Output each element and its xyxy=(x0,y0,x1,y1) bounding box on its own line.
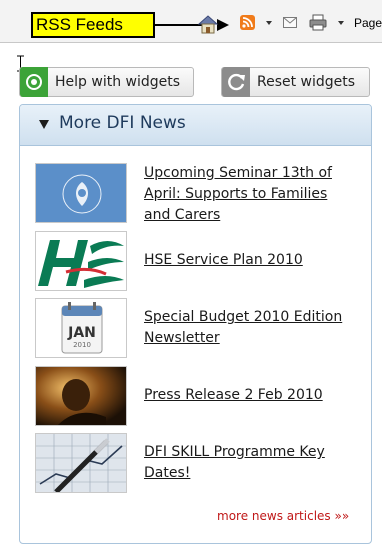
news-item: DFI SKILL Programme Key Dates! xyxy=(35,433,355,493)
news-item: Press Release 2 Feb 2010 xyxy=(35,366,355,426)
more-dfi-news-widget: More DFI News Upcoming Seminar 13th of A… xyxy=(19,104,372,544)
widget-header[interactable]: More DFI News xyxy=(20,105,371,146)
news-item: Upcoming Seminar 13th of April: Supports… xyxy=(35,163,355,223)
toolbar-divider xyxy=(0,42,382,43)
pen-on-chart-photo[interactable] xyxy=(35,433,127,493)
reset-widgets-button[interactable]: Reset widgets xyxy=(221,67,370,97)
news-link[interactable]: Special Budget 2010 Edition Newsletter xyxy=(144,307,349,349)
hse-logo[interactable] xyxy=(35,231,127,291)
news-link[interactable]: HSE Service Plan 2010 xyxy=(144,250,349,271)
news-item: JAN 2010 Special Budget 2010 Edition New… xyxy=(35,298,355,358)
help-with-widgets-button[interactable]: Help with widgets xyxy=(19,67,194,97)
page-menu-label[interactable]: Page xyxy=(354,16,382,30)
rss-dropdown-caret-icon[interactable] xyxy=(266,21,272,25)
news-item: HSE Service Plan 2010 xyxy=(35,231,355,291)
rss-feeds-annotation: RSS Feeds xyxy=(31,12,155,38)
collapse-caret-icon[interactable] xyxy=(39,120,49,129)
news-link[interactable]: Press Release 2 Feb 2010 xyxy=(144,385,349,406)
print-icon[interactable] xyxy=(309,14,327,31)
news-link[interactable]: Upcoming Seminar 13th of April: Supports… xyxy=(144,163,349,226)
refresh-icon xyxy=(222,67,250,97)
widget-title: More DFI News xyxy=(59,113,186,133)
rss-feed-icon[interactable] xyxy=(240,15,255,30)
home-icon[interactable] xyxy=(197,13,219,35)
calendar-month: JAN xyxy=(68,325,96,341)
care-alliance-logo[interactable] xyxy=(35,163,127,223)
calendar-jan-2010-icon[interactable]: JAN 2010 xyxy=(35,298,127,358)
mail-icon[interactable] xyxy=(283,17,297,28)
help-icon xyxy=(20,67,48,97)
calendar-year: 2010 xyxy=(73,341,91,349)
news-link[interactable]: DFI SKILL Programme Key Dates! xyxy=(144,442,349,484)
reset-button-label: Reset widgets xyxy=(257,74,356,90)
help-button-label: Help with widgets xyxy=(55,74,181,90)
print-dropdown-caret-icon[interactable] xyxy=(338,21,344,25)
more-news-articles-link[interactable]: more news articles »» xyxy=(217,509,349,523)
press-release-photo[interactable] xyxy=(35,366,127,426)
